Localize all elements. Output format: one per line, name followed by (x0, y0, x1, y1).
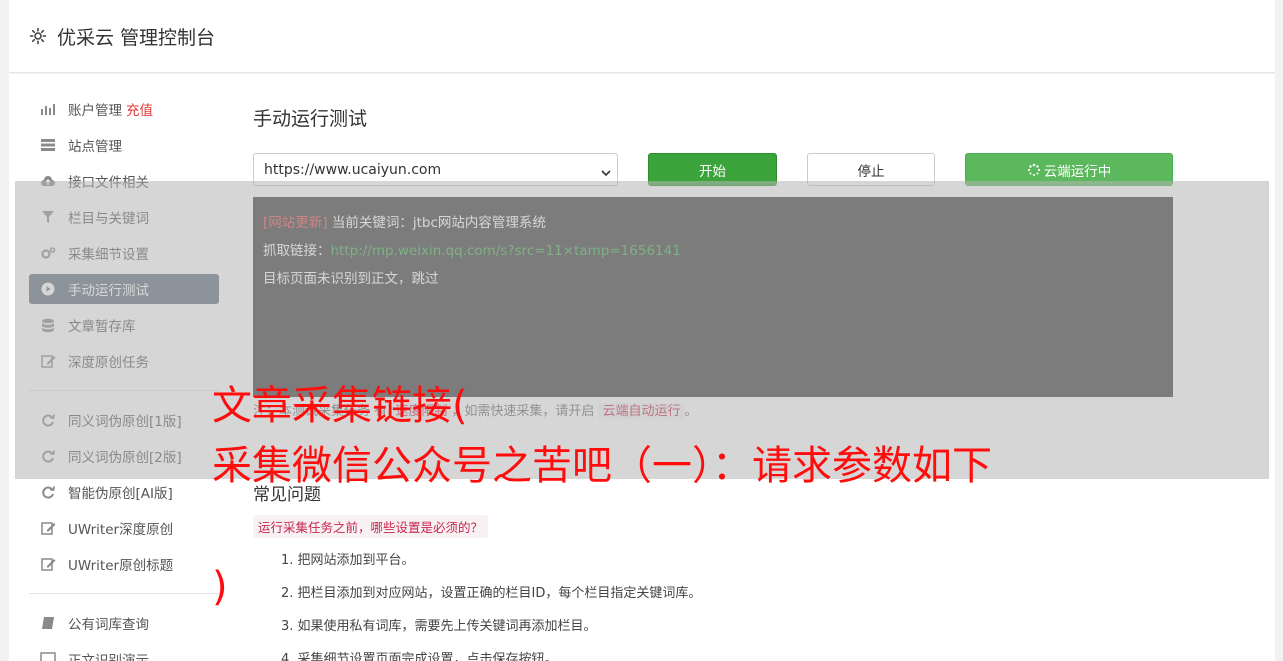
sidebar-item-collect-settings[interactable]: 采集细节设置 (29, 238, 219, 268)
sidebar-item-label: 站点管理 (68, 139, 122, 155)
cloud-run-button[interactable]: 云端运行中 (965, 153, 1173, 186)
cloud-upload-icon (39, 172, 57, 190)
recharge-link[interactable]: 充值 (126, 99, 153, 119)
cogs-icon (39, 244, 57, 262)
sidebar-item-ai-rewrite[interactable]: 智能伪原创[AI版] (29, 477, 219, 507)
database-icon (39, 316, 57, 334)
refresh-icon (39, 447, 57, 465)
chevron-down-icon (601, 165, 611, 181)
sidebar-item-account[interactable]: 账户管理 充值 (29, 94, 219, 124)
sidebar-item-columns[interactable]: 栏目与关键词 (29, 202, 219, 232)
sidebar: 账户管理 充值 站点管理 接口文件相关 栏目与关键词 采集细节设置 手动运行测试… (29, 94, 219, 661)
note-text: ，如需快速采集，请开启 (451, 404, 595, 419)
sidebar-item-label: 栏目与关键词 (68, 211, 149, 227)
list-item: 2. 把栏目添加到对应网站，设置正确的栏目ID，每个栏目指定关键词库。 (281, 586, 702, 601)
sidebar-item-label: 深度原创任务 (68, 355, 149, 371)
content-panel: 账户管理 充值 站点管理 接口文件相关 栏目与关键词 采集细节设置 手动运行测试… (9, 74, 1275, 661)
book-icon (39, 614, 57, 632)
site-select[interactable]: https://www.ucaiyun.com (253, 153, 618, 186)
sidebar-item-uwriter-title[interactable]: UWriter原创标题 (29, 549, 219, 579)
sidebar-divider (29, 593, 219, 594)
edit-icon (39, 555, 57, 573)
edit-icon (39, 519, 57, 537)
sidebar-item-synonym-v2[interactable]: 同义词伪原创[2版] (29, 441, 219, 471)
faq-question: 运行采集任务之前，哪些设置是必须的？ (253, 515, 489, 538)
sidebar-item-label: 接口文件相关 (68, 175, 149, 191)
sidebar-item-public-lexicon[interactable]: 公有词库查询 (29, 608, 219, 638)
page-title: 手动运行测试 (253, 108, 368, 130)
start-button[interactable]: 开始 (648, 153, 777, 186)
sidebar-item-label: UWriter深度原创 (68, 522, 174, 538)
app-title: 优采云 管理控制台 (57, 26, 216, 49)
refresh-icon (39, 483, 57, 501)
sidebar-item-label: 公有词库查询 (68, 617, 149, 633)
monitor-icon (39, 650, 57, 661)
sidebar-item-interface[interactable]: 接口文件相关 (29, 166, 219, 196)
sidebar-item-text-detect[interactable]: 正文识别演示 (29, 644, 219, 661)
sidebar-item-sites[interactable]: 站点管理 (29, 130, 219, 160)
overlay-caption-line2: 采集微信公众号之苦吧（一）：请求参数如下 (212, 443, 992, 489)
list-item: 3. 如果使用私有词库，需要先上传关键词再添加栏目。 (281, 619, 597, 634)
list-item: 1. 把网站添加到平台。 (281, 553, 415, 568)
sidebar-item-article-store[interactable]: 文章暂存库 (29, 310, 219, 340)
log-label: 抓取链接： (263, 243, 331, 259)
log-line: [网站更新] 当前关键词：jtbc网站内容管理系统 (263, 209, 1163, 237)
refresh-icon (39, 411, 57, 429)
overlay-caption-line1: 文章采集链接( (212, 383, 468, 429)
filter-icon (39, 208, 57, 226)
log-link[interactable]: http://mp.weixin.qq.com/s?src=11×tamp=16… (331, 243, 681, 259)
run-log-console: [网站更新] 当前关键词：jtbc网站内容管理系统 抓取链接：http://mp… (253, 197, 1173, 397)
edit-icon (39, 352, 57, 370)
sidebar-item-label: 同义词伪原创[1版] (68, 414, 182, 430)
site-select-value: https://www.ucaiyun.com (264, 161, 442, 178)
stop-button[interactable]: 停止 (807, 153, 935, 186)
sidebar-item-synonym-v1[interactable]: 同义词伪原创[1版] (29, 405, 219, 435)
sidebar-item-label: 采集细节设置 (68, 247, 149, 263)
list-item: 4. 采集细节设置页面完成设置，点击保存按钮。 (281, 652, 558, 661)
note-code: 云端自动运行 (598, 403, 685, 420)
sidebar-item-label: 文章暂存库 (68, 319, 136, 335)
cloud-run-label: 云端运行中 (1043, 163, 1112, 180)
app-header: 优采云 管理控制台 (9, 0, 1275, 73)
sidebar-item-label: 同义词伪原创[2版] (68, 450, 182, 466)
sidebar-item-label: 手动运行测试 (68, 283, 149, 299)
sidebar-item-label: UWriter原创标题 (68, 558, 174, 574)
bar-chart-icon (39, 100, 57, 118)
sidebar-item-deep-original[interactable]: 深度原创任务 (29, 346, 219, 376)
log-line: 目标页面未识别到正文，跳过 (263, 265, 1163, 293)
sidebar-item-label: 正文识别演示 (68, 653, 149, 661)
sidebar-item-label: 账户管理 (68, 103, 122, 119)
play-circle-icon (39, 280, 57, 298)
sidebar-item-uwriter-deep[interactable]: UWriter深度原创 (29, 513, 219, 543)
log-line: 抓取链接：http://mp.weixin.qq.com/s?src=11×ta… (263, 237, 1163, 265)
gear-icon (29, 27, 47, 45)
log-text: 当前关键词：jtbc网站内容管理系统 (327, 215, 546, 231)
spinner-icon (1027, 163, 1041, 177)
sidebar-divider (29, 390, 219, 391)
sidebar-item-manual-run[interactable]: 手动运行测试 (29, 274, 219, 304)
faq-list: 1. 把网站添加到平台。 2. 把栏目添加到对应网站，设置正确的栏目ID，每个栏… (281, 544, 701, 661)
sidebar-item-label: 智能伪原创[AI版] (68, 486, 173, 502)
note-text: 。 (684, 404, 698, 419)
server-icon (39, 136, 57, 154)
overlay-caption-line3: ) (212, 564, 228, 610)
log-text: 目标页面未识别到正文，跳过 (263, 271, 439, 287)
log-tag: [网站更新] (263, 215, 328, 231)
